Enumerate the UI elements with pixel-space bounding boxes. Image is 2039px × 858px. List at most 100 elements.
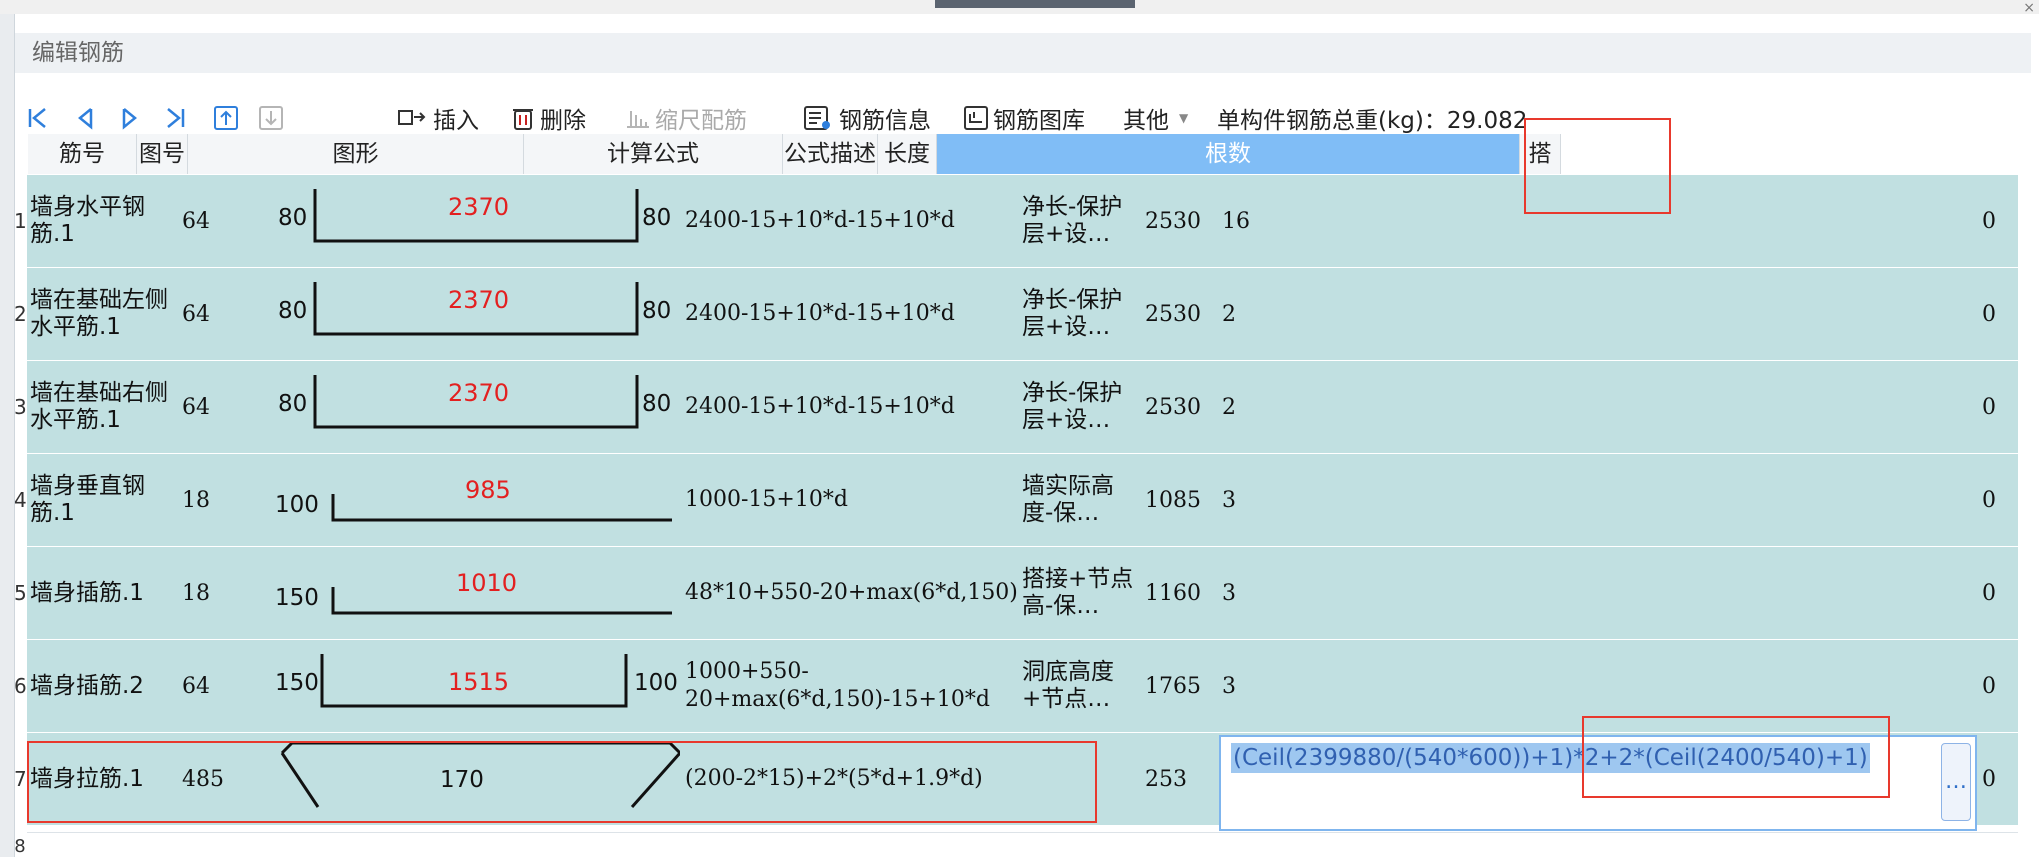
cell-length-text: 1085 (1145, 487, 1201, 513)
cell-name[interactable]: 墙身垂直钢筋.1 (30, 454, 170, 546)
cell-lap[interactable]: 0 (1982, 547, 2022, 639)
cell-length[interactable]: 2530 (1145, 268, 1217, 360)
shape-left-label: 80 (278, 391, 308, 417)
row-number: 3 (14, 395, 27, 419)
cell-fig-text: 18 (182, 580, 210, 606)
cell-formula-text: 2400-15+10*d-15+10*d (685, 301, 955, 326)
cell-name[interactable]: 墙身水平钢筋.1 (30, 175, 170, 267)
cell-formula-text: 2400-15+10*d-15+10*d (685, 208, 955, 233)
cell-fig[interactable]: 18 (182, 454, 232, 546)
cell-count[interactable]: 2 (1222, 268, 1972, 360)
cell-desc[interactable]: 墙实际高度-保… (1022, 454, 1140, 546)
cell-length[interactable]: 253 (1145, 733, 1217, 825)
cell-desc[interactable]: 洞底高度+节点… (1022, 640, 1140, 732)
cell-count-text: 3 (1222, 673, 1236, 699)
cell-fig[interactable]: 64 (182, 640, 232, 732)
rebar-shape: 80 2370 80 (270, 268, 680, 360)
cell-lap[interactable]: 0 (1982, 640, 2022, 732)
col-header-desc[interactable]: 公式描述 (783, 134, 878, 174)
info-list-icon (803, 105, 833, 131)
cell-length[interactable]: 1160 (1145, 547, 1217, 639)
cell-length[interactable]: 1085 (1145, 454, 1217, 546)
first-icon (26, 105, 50, 131)
shape-left-label: 100 (275, 492, 319, 518)
scale-icon (625, 105, 649, 131)
cell-fig[interactable]: 64 (182, 175, 232, 267)
cell-formula-text: 1000+550-20+max(6*d,150)-15+10*d (685, 659, 990, 712)
scale-rebar-label: 缩尺配筋 (655, 108, 747, 134)
cell-lap-text: 0 (1982, 301, 1996, 327)
cell-count[interactable]: 3 (1222, 454, 1972, 546)
cell-formula[interactable]: 2400-15+10*d-15+10*d (685, 175, 1020, 267)
col-header-fig[interactable]: 图号 (137, 134, 188, 174)
cell-desc-text: 净长-保护层+设… (1022, 194, 1123, 247)
cell-count[interactable]: 3 (1222, 547, 1972, 639)
cell-lap-text: 0 (1982, 673, 1996, 699)
shape-right-label: 80 (642, 298, 672, 324)
row-number: 7 (14, 767, 27, 791)
row-number: 1 (14, 209, 27, 233)
cell-formula-text: 1000-15+10*d (685, 487, 848, 512)
trash-icon (510, 105, 534, 131)
col-header-shape[interactable]: 图形 (188, 134, 524, 174)
cell-lap-text: 0 (1982, 394, 1996, 420)
cell-desc[interactable]: 净长-保护层+设… (1022, 361, 1140, 453)
cell-length[interactable]: 1765 (1145, 640, 1217, 732)
highlight-formula-part (1582, 716, 1890, 798)
cell-name-text: 墙在基础右侧水平筋.1 (30, 380, 168, 433)
rebar-shape: 150 1010 (270, 547, 680, 639)
cell-formula[interactable]: 2400-15+10*d-15+10*d (685, 268, 1020, 360)
cell-name-text: 墙身插筋.1 (30, 579, 144, 606)
shape-right-label: 100 (634, 670, 678, 696)
cell-count-text: 3 (1222, 487, 1236, 513)
highlight-count-header (1524, 118, 1671, 214)
shape-mid-label: 1515 (448, 668, 510, 696)
panel-title: 编辑钢筋 (32, 40, 124, 66)
cell-fig[interactable]: 18 (182, 547, 232, 639)
cell-formula[interactable]: 48*10+550-20+max(6*d,150) (685, 547, 1020, 639)
ellipsis-edit-button[interactable]: … (1941, 743, 1971, 821)
cell-count[interactable]: 2 (1222, 361, 1972, 453)
cell-desc[interactable]: 净长-保护层+设… (1022, 268, 1140, 360)
cell-name-text: 墙身水平钢筋.1 (30, 194, 145, 247)
close-icon[interactable]: × (2023, 1, 2035, 15)
row-number: 4 (14, 488, 27, 512)
shape-mid-label: 1010 (456, 569, 518, 597)
cell-length[interactable]: 2530 (1145, 175, 1217, 267)
shape-left-label: 80 (278, 205, 308, 231)
cell-lap[interactable]: 0 (1982, 268, 2022, 360)
cell-name-text: 墙身插筋.2 (30, 672, 144, 699)
cell-lap-text: 0 (1982, 208, 1996, 234)
col-header-length[interactable]: 长度 (878, 134, 937, 174)
cell-formula[interactable]: 1000-15+10*d (685, 454, 1020, 546)
cell-lap[interactable]: 0 (1982, 454, 2022, 546)
cell-lap-text: 0 (1982, 766, 1996, 792)
cell-desc-text: 搭接+节点高-保… (1022, 566, 1134, 619)
cell-desc[interactable]: 搭接+节点高-保… (1022, 547, 1140, 639)
empty-next-row (27, 832, 2018, 858)
cell-length-text: 2530 (1145, 208, 1201, 234)
cell-lap[interactable]: 0 (1982, 361, 2022, 453)
top-strip: × (0, 0, 2039, 15)
shape-mid-label: 985 (465, 476, 511, 504)
cell-formula[interactable]: 2400-15+10*d-15+10*d (685, 361, 1020, 453)
cell-name[interactable]: 墙身插筋.1 (30, 547, 170, 639)
cell-name[interactable]: 墙身插筋.2 (30, 640, 170, 732)
col-header-count[interactable]: 根数 (937, 134, 1520, 174)
cell-length[interactable]: 2530 (1145, 361, 1217, 453)
cell-formula[interactable]: 1000+550-20+max(6*d,150)-15+10*d (685, 640, 1020, 732)
col-header-formula[interactable]: 计算公式 (524, 134, 783, 174)
shape-left-label: 150 (275, 670, 319, 696)
cell-name[interactable]: 墙在基础左侧水平筋.1 (30, 268, 170, 360)
cell-desc[interactable]: 净长-保护层+设… (1022, 175, 1140, 267)
cell-fig[interactable]: 64 (182, 268, 232, 360)
col-header-name[interactable]: 筋号 (28, 134, 137, 174)
cell-name[interactable]: 墙在基础右侧水平筋.1 (30, 361, 170, 453)
cell-fig[interactable]: 64 (182, 361, 232, 453)
cell-lap[interactable]: 0 (1982, 733, 2022, 825)
move-up-icon (213, 105, 238, 131)
cell-lap[interactable]: 0 (1982, 175, 2022, 267)
cell-lap-text: 0 (1982, 580, 1996, 606)
cell-name-text: 墙在基础左侧水平筋.1 (30, 287, 168, 340)
total-weight-label: 单构件钢筋总重(kg)：29.082 (1217, 108, 1528, 134)
